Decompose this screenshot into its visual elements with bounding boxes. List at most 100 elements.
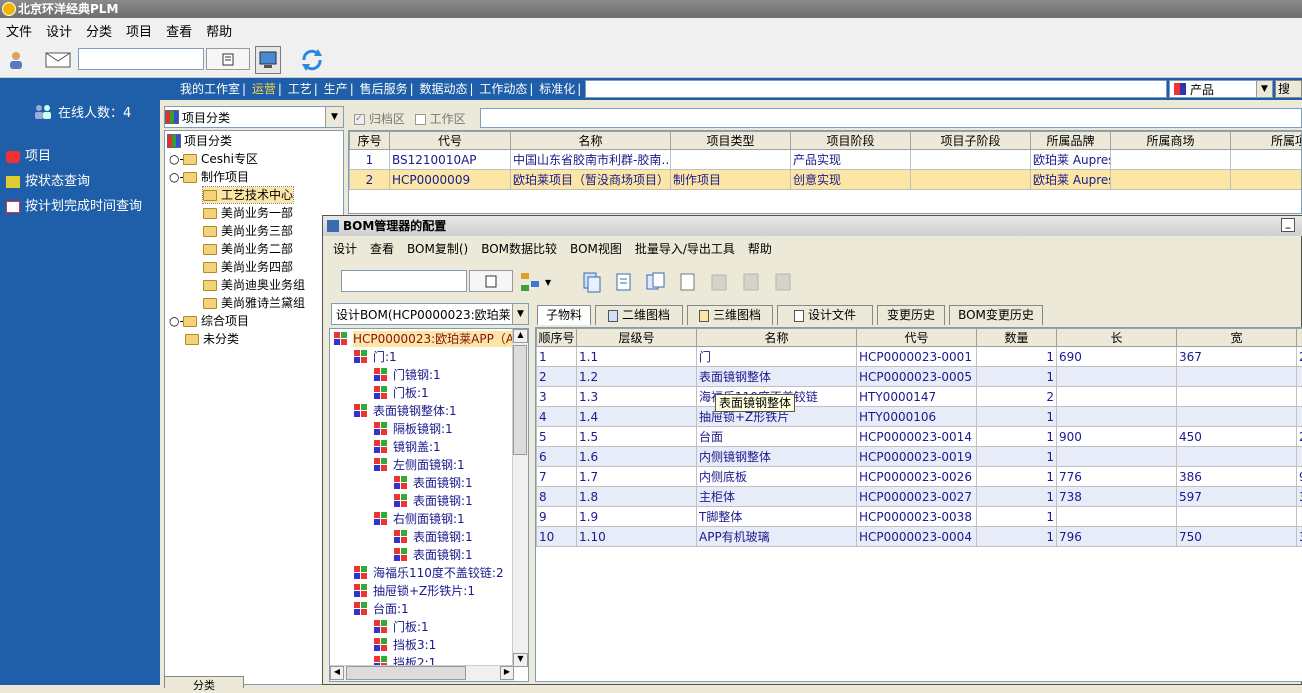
- tree-item-estee[interactable]: 美尚雅诗兰黛组: [203, 295, 305, 311]
- bom-type-combo[interactable]: 设计BOM(HCP0000023:欧珀莱… ▼: [331, 303, 529, 325]
- archive-checkbox[interactable]: ✓ 归档区: [354, 110, 405, 127]
- tree-item-general[interactable]: ○-综合项目: [169, 313, 249, 329]
- bom-tree-node[interactable]: 门:1: [354, 349, 397, 365]
- tree-item-craft-center[interactable]: 工艺技术中心: [203, 187, 293, 203]
- table-row[interactable]: 41.4抽屉锁+Z形铁片HTY00001061: [537, 407, 1302, 427]
- table-row[interactable]: 61.6内侧镜钢整体HCP0000023-00191: [537, 447, 1302, 467]
- tab-2d-drawing[interactable]: 二维图档: [595, 305, 683, 325]
- bom-menu-import[interactable]: 批量导入/导出工具: [635, 240, 735, 257]
- bom-tree-node[interactable]: 右侧面镜钢:1: [374, 511, 465, 527]
- tab-change-history[interactable]: 变更历史: [877, 305, 945, 325]
- tab-classify[interactable]: 分类: [164, 676, 244, 688]
- left-link-project[interactable]: 项目: [6, 144, 142, 169]
- menu-view[interactable]: 查看: [166, 21, 192, 40]
- left-link-status-query[interactable]: 按状态查询: [6, 169, 142, 194]
- bom-tree-node[interactable]: 表面镜钢:1: [394, 529, 473, 545]
- col-code[interactable]: 代号: [857, 329, 977, 347]
- col-substage[interactable]: 项目子阶段: [911, 132, 1031, 150]
- nav-data-dynamics[interactable]: 数据动态: [419, 82, 467, 96]
- bom-tree-node[interactable]: 表面镜钢:1: [394, 547, 473, 563]
- bom-tree-node[interactable]: 表面镜钢整体:1: [354, 403, 457, 419]
- monitor-icon[interactable]: [255, 46, 281, 74]
- bom-tree-node[interactable]: 隔板镜钢:1: [374, 421, 453, 437]
- nav-craft[interactable]: 工艺: [288, 82, 312, 96]
- tree-item-unclassified[interactable]: 未分类: [185, 331, 239, 347]
- col-mall[interactable]: 所属商场: [1111, 132, 1231, 150]
- paste-icon[interactable]: [705, 268, 733, 296]
- bom-menu-view2[interactable]: BOM视图: [570, 240, 622, 257]
- tree-item-production[interactable]: ○-制作项目: [169, 169, 249, 185]
- bom-tree-node[interactable]: 门板:1: [374, 619, 429, 635]
- tab-sub-material[interactable]: 子物料: [537, 305, 591, 325]
- nav-search-input[interactable]: [585, 80, 1167, 98]
- bom-tree-scrollbar[interactable]: ▲ ▼: [512, 329, 528, 667]
- tree-item-dior[interactable]: 美尚迪奥业务组: [203, 277, 305, 293]
- tree-item-dept4[interactable]: 美尚业务四部: [203, 259, 293, 275]
- doc-icon[interactable]: [673, 268, 701, 296]
- bom-menu-copy[interactable]: BOM复制(): [407, 240, 468, 257]
- table-row[interactable]: 81.8主柜体HCP0000023-002717385973: [537, 487, 1302, 507]
- nav-production[interactable]: 生产: [324, 82, 348, 96]
- bom-menu-design[interactable]: 设计: [333, 240, 357, 257]
- menu-design[interactable]: 设计: [46, 21, 72, 40]
- menu-file[interactable]: 文件: [6, 21, 32, 40]
- copy-doc-icon[interactable]: [577, 268, 605, 296]
- col-extra[interactable]: [1297, 329, 1302, 347]
- tree-item-dept2[interactable]: 美尚业务二部: [203, 241, 293, 257]
- work-checkbox[interactable]: 工作区: [415, 110, 466, 127]
- col-length[interactable]: 长: [1057, 329, 1177, 347]
- col-width[interactable]: 宽: [1177, 329, 1297, 347]
- refresh-icon[interactable]: [298, 46, 326, 74]
- toolbar-search-input[interactable]: [78, 48, 204, 70]
- toolbar-search-button[interactable]: [206, 48, 250, 70]
- tab-3d-drawing[interactable]: 三维图档: [687, 305, 773, 325]
- table-row[interactable]: 11.1门HCP0000023-000116903672: [537, 347, 1302, 367]
- tree-config-icon[interactable]: ▼: [517, 270, 557, 294]
- tab-design-file[interactable]: 设计文件: [777, 305, 873, 325]
- bom-menu-view[interactable]: 查看: [370, 240, 394, 257]
- left-link-plan-query[interactable]: 按计划完成时间查询: [6, 194, 142, 219]
- nav-work-dynamics[interactable]: 工作动态: [479, 82, 527, 96]
- bom-search-button[interactable]: [469, 270, 513, 292]
- new-doc-icon[interactable]: [609, 268, 637, 296]
- mail-icon[interactable]: [44, 48, 72, 72]
- bom-tree-node[interactable]: 抽屉锁+Z形铁片:1: [354, 583, 475, 599]
- table-row[interactable]: 91.9T脚整体HCP0000023-00381: [537, 507, 1302, 527]
- col-brand[interactable]: 所属品牌: [1031, 132, 1111, 150]
- table-row[interactable]: 51.5台面HCP0000023-001419004502: [537, 427, 1302, 447]
- nav-standardization[interactable]: 标准化: [539, 82, 575, 96]
- col-name[interactable]: 名称: [511, 132, 671, 150]
- bom-tree-node[interactable]: 左侧面镜钢:1: [374, 457, 465, 473]
- classify-combo[interactable]: 项目分类 ▼: [164, 106, 344, 128]
- nav-after-sales[interactable]: 售后服务: [360, 82, 408, 96]
- tree-item-ceshi[interactable]: ○-Ceshi专区: [169, 151, 258, 167]
- bom-tree-node[interactable]: 海福乐110度不盖铰链:2: [354, 565, 504, 581]
- bom-tree-node[interactable]: 门板:1: [374, 385, 429, 401]
- menu-classify[interactable]: 分类: [86, 21, 112, 40]
- table-row[interactable]: 2HCP0000009欧珀莱项目（暂没商场项目）制作项目创意实现欧珀莱 Aupr…: [350, 170, 1302, 190]
- table-row[interactable]: 1BS1210010AP中国山东省胶南市利群-胶南…产品实现欧珀莱 Aupres: [350, 150, 1302, 170]
- minimize-icon[interactable]: _: [1281, 218, 1295, 232]
- bom-search-input[interactable]: [341, 270, 467, 292]
- table-row[interactable]: 101.10APP有机玻璃HCP0000023-000417967503: [537, 527, 1302, 547]
- bom-tree-node[interactable]: 门镜钢:1: [374, 367, 441, 383]
- menu-help[interactable]: 帮助: [206, 21, 232, 40]
- tree-root[interactable]: 项目分类: [167, 133, 232, 149]
- table-row[interactable]: 71.7内侧底板HCP0000023-002617763869: [537, 467, 1302, 487]
- col-level[interactable]: 层级号: [577, 329, 697, 347]
- col-qty[interactable]: 数量: [977, 329, 1057, 347]
- bom-tree-node[interactable]: 镜钢盖:1: [374, 439, 441, 455]
- tab-bom-change-history[interactable]: BOM变更历史: [949, 305, 1043, 325]
- col-project[interactable]: 所属项目: [1231, 132, 1302, 150]
- bom-menu-help[interactable]: 帮助: [748, 240, 772, 257]
- search-button[interactable]: 搜索: [1275, 80, 1302, 98]
- bom-tree-node[interactable]: 挡板3:1: [374, 637, 436, 653]
- user-icon[interactable]: [4, 48, 28, 72]
- multi-doc-icon[interactable]: [641, 268, 669, 296]
- export-icon[interactable]: [737, 268, 765, 296]
- filter-input[interactable]: [480, 108, 1302, 128]
- bom-tree-node[interactable]: 台面:1: [354, 601, 409, 617]
- col-order[interactable]: 顺序号: [537, 329, 577, 347]
- col-code[interactable]: 代号: [390, 132, 511, 150]
- table-row[interactable]: 31.3海福乐110度不盖铰链HTY00001472: [537, 387, 1302, 407]
